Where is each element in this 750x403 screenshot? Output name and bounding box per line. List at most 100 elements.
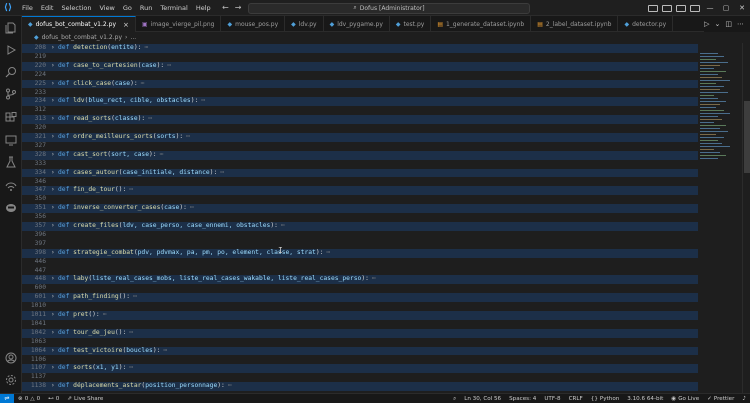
folded-ellipsis-icon[interactable]: ⋯ xyxy=(220,169,224,176)
docker-icon[interactable] xyxy=(0,198,22,218)
code-line[interactable]: 356 xyxy=(22,213,698,222)
editor-tab[interactable]: ▤ 2_label_dataset.ipynb xyxy=(531,16,619,32)
menu-item-go[interactable]: Go xyxy=(119,0,136,16)
folded-ellipsis-icon[interactable]: ⋯ xyxy=(144,44,148,51)
toggle-panel-icon[interactable] xyxy=(662,4,672,12)
command-center-search[interactable]: ⌕ Dofus [Administrator] xyxy=(248,2,530,14)
folded-ellipsis-icon[interactable]: ⋯ xyxy=(186,133,190,140)
folded-ellipsis-icon[interactable]: ⋯ xyxy=(148,115,152,122)
code-line[interactable]: 446 xyxy=(22,258,698,267)
notifications-bell-icon[interactable]: ♪ xyxy=(738,396,750,402)
toggle-secondary-sidebar-icon[interactable] xyxy=(676,4,686,12)
code-line[interactable]: 233 xyxy=(22,89,698,98)
editor-tab[interactable]: ◆ ldv_pygame.py xyxy=(324,16,390,32)
code-line[interactable]: 600 xyxy=(22,284,698,293)
code-line[interactable]: 321 › def ordre_meilleurs_sorts(sorts): ⋯ xyxy=(22,133,698,142)
problems-indicator[interactable]: ⊗ 0 △ 0 xyxy=(14,396,44,402)
code-line[interactable]: 234 › def ldv(blue_rect, cible, obstacles)… xyxy=(22,97,698,107)
folded-ellipsis-icon[interactable]: ⋯ xyxy=(228,382,232,389)
code-line[interactable]: 1042 › def tour_de_jeu(): ⋯ xyxy=(22,328,698,338)
code-line[interactable]: 357 › def create_files(ldv, case_perso, ca… xyxy=(22,222,698,231)
code-line[interactable]: 334 › def cases_autour(case_initiale, dist… xyxy=(22,168,698,178)
search-sidebar-icon[interactable] xyxy=(0,62,22,82)
code-line[interactable]: 1063 xyxy=(22,338,698,347)
toggle-primary-sidebar-icon[interactable] xyxy=(648,4,658,12)
run-debug-icon[interactable] xyxy=(0,40,22,60)
menu-item-file[interactable]: File xyxy=(18,0,37,16)
code-line[interactable]: 327 xyxy=(22,142,698,151)
run-icon[interactable]: ▷ xyxy=(704,20,709,28)
menu-item-edit[interactable]: Edit xyxy=(37,0,58,16)
code-line[interactable]: 350 xyxy=(22,195,698,204)
code-line[interactable]: 312 xyxy=(22,106,698,115)
fold-chevron-icon[interactable]: › xyxy=(51,169,55,178)
editor-tab[interactable]: ◆ dofus_bot_combat_v1.2.py × xyxy=(22,16,136,32)
minimap[interactable] xyxy=(698,43,740,393)
fold-chevron-icon[interactable]: › xyxy=(51,204,55,213)
maximize-icon[interactable]: ▢ xyxy=(718,4,734,12)
cursor-position[interactable]: Ln 30, Col 56 xyxy=(460,396,505,402)
code-line[interactable]: 333 xyxy=(22,160,698,169)
folded-ellipsis-icon[interactable]: ⋯ xyxy=(326,249,330,256)
editor-tab[interactable]: ◆ detector.py xyxy=(618,16,674,32)
forward-arrow-icon[interactable]: → xyxy=(235,3,242,12)
code-line[interactable]: 208 › def detection(entite): ⋯ xyxy=(22,44,698,53)
split-editor-icon[interactable]: ◫ xyxy=(725,20,732,28)
more-actions-icon[interactable]: ⋯ xyxy=(737,20,744,28)
code-line[interactable]: 225 › def click_case(case): ⋯ xyxy=(22,79,698,89)
code-line[interactable]: 351 › def inverse_converter_cases(case): ⋯ xyxy=(22,204,698,214)
folded-ellipsis-icon[interactable]: ⋯ xyxy=(201,97,205,104)
folded-ellipsis-icon[interactable]: ⋯ xyxy=(281,222,285,229)
fold-chevron-icon[interactable]: › xyxy=(51,275,55,284)
folded-ellipsis-icon[interactable]: ⋯ xyxy=(141,80,145,87)
folded-ellipsis-icon[interactable]: ⋯ xyxy=(160,151,164,158)
scrollbar-thumb[interactable] xyxy=(744,101,750,173)
folded-ellipsis-icon[interactable]: ⋯ xyxy=(163,347,167,354)
code-line[interactable]: 347 › def fin_de_tour(): ⋯ xyxy=(22,186,698,196)
back-arrow-icon[interactable]: ← xyxy=(222,3,229,12)
code-line[interactable]: 1011 › def pret(): ⋯ xyxy=(22,311,698,320)
breadcrumb-file[interactable]: dofus_bot_combat_v1.2.py xyxy=(42,34,122,41)
breadcrumb-rest[interactable]: ... xyxy=(130,34,136,41)
chevron-down-icon[interactable]: ⌄ xyxy=(715,20,721,28)
close-icon[interactable]: ✕ xyxy=(734,4,750,12)
fold-chevron-icon[interactable]: › xyxy=(51,44,55,53)
code-line[interactable]: 448 › def laby(liste_real_cases_mobs, list… xyxy=(22,275,698,285)
menu-item-view[interactable]: View xyxy=(95,0,118,16)
code-line[interactable]: 313 › def read_sorts(classe): ⋯ xyxy=(22,115,698,125)
fold-chevron-icon[interactable]: › xyxy=(51,62,55,71)
menu-item-selection[interactable]: Selection xyxy=(57,0,95,16)
editor-tab[interactable]: ▤ 1_generate_dataset.ipynb xyxy=(431,16,532,32)
code-line[interactable]: 219 xyxy=(22,53,698,62)
menu-item-help[interactable]: Help xyxy=(192,0,215,16)
fold-chevron-icon[interactable]: › xyxy=(51,364,55,373)
code-line[interactable]: 1138 › def déplacements_astar(position_per… xyxy=(22,382,698,392)
menu-item-run[interactable]: Run xyxy=(136,0,156,16)
minimize-icon[interactable]: — xyxy=(702,4,718,12)
folded-ellipsis-icon[interactable]: ⋯ xyxy=(167,62,171,69)
folded-ellipsis-icon[interactable]: ⋯ xyxy=(190,204,194,211)
code-line[interactable]: 1137 xyxy=(22,373,698,382)
fold-chevron-icon[interactable]: › xyxy=(51,311,55,320)
code-line[interactable]: 346 xyxy=(22,178,698,187)
fold-chevron-icon[interactable]: › xyxy=(51,249,55,258)
tab-close-icon[interactable]: × xyxy=(123,21,129,29)
testing-icon[interactable] xyxy=(0,152,22,172)
folded-ellipsis-icon[interactable]: ⋯ xyxy=(129,364,133,371)
code-line[interactable]: 1106 xyxy=(22,356,698,365)
customize-layout-icon[interactable] xyxy=(690,4,700,12)
code-editor[interactable]: 208 › def detection(entite): ⋯ 219 220 › def ca… xyxy=(22,43,698,393)
folded-ellipsis-icon[interactable]: ⋯ xyxy=(129,329,133,336)
live-share-icon[interactable] xyxy=(0,176,22,196)
code-line[interactable]: 397 xyxy=(22,240,698,249)
fold-chevron-icon[interactable]: › xyxy=(51,329,55,338)
code-line[interactable]: 220 › def case_to_cartesien(case): ⋯ xyxy=(22,61,698,71)
explorer-icon[interactable] xyxy=(0,18,22,38)
menu-item-terminal[interactable]: Terminal xyxy=(156,0,191,16)
code-line[interactable]: 1064 › def test_victoire(boucles): ⋯ xyxy=(22,346,698,356)
live-share-button[interactable]: ⇗ Live Share xyxy=(63,396,107,402)
code-line[interactable]: 601 › def path_finding(): ⋯ xyxy=(22,293,698,303)
zoom-icon[interactable]: ⌕ xyxy=(449,396,460,403)
extensions-icon[interactable] xyxy=(0,108,22,128)
fold-chevron-icon[interactable]: › xyxy=(51,186,55,195)
